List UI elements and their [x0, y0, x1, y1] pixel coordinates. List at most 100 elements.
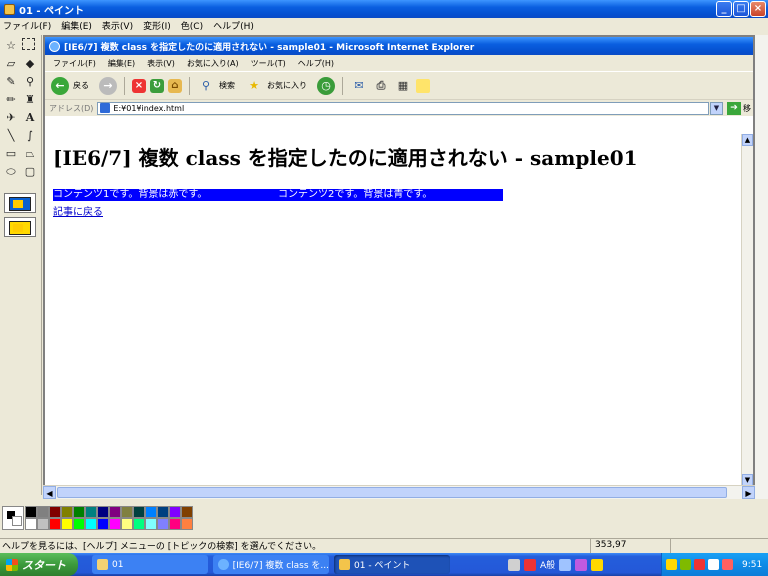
magnifier-icon[interactable]: ⚲: [22, 74, 38, 90]
tray-icon[interactable]: [722, 559, 733, 570]
color-swatch[interactable]: [109, 506, 121, 518]
color-swatch[interactable]: [97, 506, 109, 518]
airbrush-icon[interactable]: ✈: [3, 110, 19, 126]
tool-option-transparent[interactable]: [4, 217, 36, 237]
task-ie[interactable]: [IE6/7] 複数 class を...: [213, 555, 329, 574]
ime-mode: A般: [540, 561, 556, 571]
ie-page-content: [IE6/7] 複数 class を指定したのに適用されない - sample0…: [45, 134, 741, 486]
home-icon: ⌂: [168, 78, 182, 93]
text-icon[interactable]: A: [22, 110, 38, 126]
color-swatch[interactable]: [25, 506, 37, 518]
back-to-article-link: 記事に戻る: [53, 207, 103, 218]
color-swatch[interactable]: [181, 518, 193, 530]
volume-icon[interactable]: [708, 559, 719, 570]
system-tray: 9:51: [661, 553, 768, 576]
search-icon: ⚲: [201, 78, 211, 92]
scroll-left-icon[interactable]: ◀: [43, 486, 56, 499]
color-swatch[interactable]: [145, 518, 157, 530]
stop-icon: ×: [132, 78, 146, 93]
eraser-icon[interactable]: ▱: [3, 56, 19, 72]
color-swatch[interactable]: [157, 506, 169, 518]
rectangle-icon[interactable]: ▭: [3, 146, 19, 162]
address-value: E:¥01¥index.html: [113, 103, 185, 113]
paint-title-bar[interactable]: 01 - ペイント _ □ ×: [0, 0, 768, 18]
free-select-icon[interactable]: ☆: [3, 38, 19, 54]
paint-title: 01 - ペイント: [19, 5, 85, 17]
language-bar[interactable]: A般: [508, 556, 604, 573]
color-swatch[interactable]: [49, 518, 61, 530]
color-swatch[interactable]: [97, 518, 109, 530]
paint-vertical-scrollbar[interactable]: [755, 35, 768, 499]
minimize-button[interactable]: _: [716, 1, 732, 17]
selection-size: [670, 539, 768, 553]
task-folder-01[interactable]: 01: [92, 555, 208, 574]
menu-help[interactable]: ヘルプ(H): [213, 19, 254, 32]
scroll-up-icon: ▲: [742, 134, 753, 146]
close-button[interactable]: ×: [750, 1, 766, 17]
color-picker-icon[interactable]: ✎: [3, 74, 19, 90]
mail-icon: ✉: [354, 78, 364, 92]
color-swatch[interactable]: [133, 506, 145, 518]
status-bar: ヘルプを見るには、[ヘルプ] メニューの [トピックの検索] を選んでください。…: [0, 538, 768, 553]
go-label: 移: [743, 103, 751, 113]
ie-window-image[interactable]: [IE6/7] 複数 class を指定したのに適用されない - sample0…: [45, 37, 753, 486]
status-help-text: ヘルプを見るには、[ヘルプ] メニューの [トピックの検索] を選んでください。: [2, 542, 322, 552]
start-label: スタート: [22, 558, 66, 572]
task-paint[interactable]: 01 - ペイント: [334, 555, 450, 574]
color-swatch[interactable]: [133, 518, 145, 530]
back-icon: ←: [51, 76, 69, 95]
ellipse-icon[interactable]: ⬭: [3, 164, 19, 180]
note-icon: [416, 78, 430, 93]
color-swatch[interactable]: [157, 518, 169, 530]
folder-icon: [97, 559, 108, 570]
color-swatch[interactable]: [73, 506, 85, 518]
task-label: 01 - ペイント: [354, 561, 411, 571]
start-button[interactable]: スタート: [0, 553, 78, 576]
maximize-button[interactable]: □: [733, 1, 749, 17]
paint-horizontal-scrollbar[interactable]: ◀ ▶: [43, 485, 755, 499]
menu-edit[interactable]: 編集(E): [61, 19, 92, 32]
color-swatch[interactable]: [169, 506, 181, 518]
color-swatch[interactable]: [181, 506, 193, 518]
color-palette: [0, 501, 768, 537]
color-swatch[interactable]: [37, 506, 49, 518]
menu-file[interactable]: ファイル(F): [3, 19, 51, 32]
rect-select-icon[interactable]: [22, 38, 35, 50]
color-swatch[interactable]: [121, 518, 133, 530]
line-icon[interactable]: ╲: [3, 128, 19, 144]
color-swatch[interactable]: [61, 518, 73, 530]
search-label: 検索: [219, 81, 235, 90]
address-input: E:¥01¥index.html: [97, 101, 709, 115]
history-icon: ◷: [317, 76, 335, 95]
color-swatch[interactable]: [73, 518, 85, 530]
print-icon: ⎙: [376, 78, 386, 92]
menu-image[interactable]: 変形(I): [143, 19, 171, 32]
tray-icon[interactable]: [694, 559, 705, 570]
content-boxes: コンテンツ1です。背景は赤です。 コンテンツ2です。背景は青です。: [53, 189, 503, 201]
scroll-thumb[interactable]: [57, 487, 727, 498]
curve-icon[interactable]: ∫: [22, 128, 38, 144]
color-swatch[interactable]: [169, 518, 181, 530]
color-swatch[interactable]: [109, 518, 121, 530]
color-swatch[interactable]: [85, 518, 97, 530]
color-swatch[interactable]: [121, 506, 133, 518]
polygon-icon[interactable]: ⏢: [22, 146, 38, 162]
tray-icon[interactable]: [666, 559, 677, 570]
tool-option-opaque[interactable]: [4, 193, 36, 213]
color-swatch[interactable]: [85, 506, 97, 518]
brush-icon[interactable]: ♜: [22, 92, 38, 108]
paint-menu-bar: ファイル(F) 編集(E) 表示(V) 変形(I) 色(C) ヘルプ(H): [0, 18, 768, 33]
tray-icon[interactable]: [680, 559, 691, 570]
rounded-rect-icon[interactable]: ▢: [22, 164, 38, 180]
menu-view[interactable]: 表示(V): [102, 19, 133, 32]
menu-colors[interactable]: 色(C): [181, 19, 203, 32]
pencil-icon[interactable]: ✏: [3, 92, 19, 108]
scroll-right-icon[interactable]: ▶: [742, 486, 755, 499]
color-swatch[interactable]: [49, 506, 61, 518]
color-swatch[interactable]: [145, 506, 157, 518]
color-swatch[interactable]: [25, 518, 37, 530]
color-swatch[interactable]: [37, 518, 49, 530]
current-colors[interactable]: [2, 506, 24, 530]
fill-icon[interactable]: ◆: [22, 56, 38, 72]
color-swatch[interactable]: [61, 506, 73, 518]
